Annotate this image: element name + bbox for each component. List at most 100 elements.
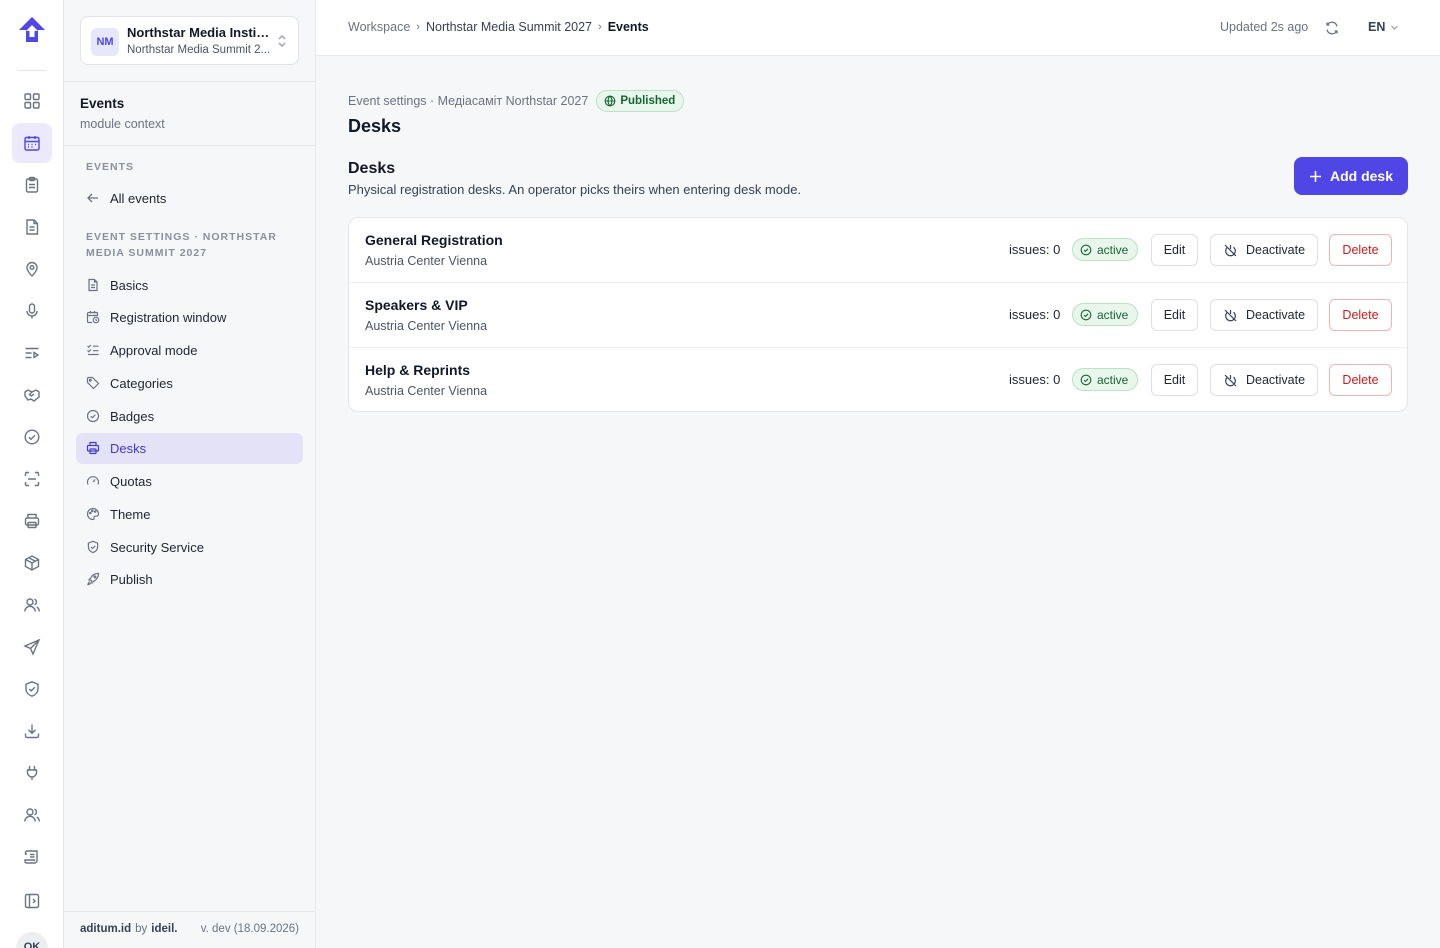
breadcrumb-separator-icon: › xyxy=(416,21,420,33)
power-off-icon xyxy=(1224,244,1237,256)
nav-section-label: EVENT SETTINGS · NORTHSTAR xyxy=(86,231,277,243)
chevron-down-icon xyxy=(1391,25,1399,30)
language-selector[interactable]: EN xyxy=(1368,20,1399,34)
module-sidebar: NM Northstar Media Instit... Northstar M… xyxy=(64,0,316,948)
app-version: v. dev (18.09.2026) xyxy=(200,923,299,935)
nav-item-quotas[interactable]: Quotas xyxy=(76,466,303,497)
scroll-icon[interactable] xyxy=(12,837,52,877)
nav-item-desks[interactable]: Desks xyxy=(76,433,303,464)
desk-row: Speakers & VIP Austria Center Vienna iss… xyxy=(349,283,1407,348)
plug-icon[interactable] xyxy=(12,753,52,793)
printer-icon[interactable] xyxy=(12,501,52,541)
nav-item-theme[interactable]: Theme xyxy=(76,499,303,530)
org-switcher[interactable]: NM Northstar Media Instit... Northstar M… xyxy=(80,16,299,65)
download-icon[interactable] xyxy=(12,711,52,751)
shield-check-icon[interactable] xyxy=(12,669,52,709)
desk-issues: issues: 0 xyxy=(1009,242,1061,257)
add-desk-button[interactable]: Add desk xyxy=(1294,157,1408,195)
page-title: Desks xyxy=(348,116,402,136)
nav-item-basics[interactable]: Basics xyxy=(76,270,303,301)
file-icon xyxy=(88,278,98,292)
nav-item-publish[interactable]: Publish xyxy=(76,564,303,595)
dashboard-icon[interactable] xyxy=(12,81,52,121)
status-label: active xyxy=(1097,372,1129,387)
delete-button[interactable]: Delete xyxy=(1329,299,1392,331)
desk-issues: issues: 0 xyxy=(1009,372,1061,387)
edit-button[interactable]: Edit xyxy=(1151,299,1198,331)
deactivate-button[interactable]: Deactivate xyxy=(1210,364,1318,396)
section-description: Physical registration desks. An operator… xyxy=(348,182,802,197)
list-play-icon[interactable] xyxy=(12,333,52,373)
microphone-icon[interactable] xyxy=(12,291,52,331)
nav-item-label: Desks xyxy=(110,441,147,456)
nav-item-label: Basics xyxy=(110,278,149,293)
document-icon[interactable] xyxy=(12,207,52,247)
power-off-icon xyxy=(1224,374,1237,386)
rail-divider xyxy=(18,70,46,71)
deactivate-button[interactable]: Deactivate xyxy=(1210,234,1318,266)
nav-item-label: Quotas xyxy=(110,474,152,489)
nav-item-label: Registration window xyxy=(110,310,227,325)
nav-section-label: MEDIA SUMMIT 2027 xyxy=(86,247,208,259)
org-event: Northstar Media Summit 2... xyxy=(127,44,271,56)
divider xyxy=(64,145,315,146)
nav-item-label: Publish xyxy=(110,572,153,587)
clipboard-icon[interactable] xyxy=(12,165,52,205)
add-desk-label: Add desk xyxy=(1329,168,1393,184)
desk-name: General Registration xyxy=(365,232,503,248)
box-icon[interactable] xyxy=(12,543,52,583)
panel-toggle-icon[interactable] xyxy=(12,881,52,921)
nav-item-all-events[interactable]: All events xyxy=(76,183,303,214)
nav-item-label: All events xyxy=(110,191,167,206)
desk-name: Help & Reprints xyxy=(365,362,471,378)
tag-icon xyxy=(86,376,100,390)
status-label: active xyxy=(1097,242,1129,257)
deactivate-button[interactable]: Deactivate xyxy=(1210,299,1318,331)
org-name: Northstar Media Instit... xyxy=(127,25,271,40)
module-subtitle: module context xyxy=(80,117,165,131)
breadcrumb: Workspace › Northstar Media Summit 2027 … xyxy=(348,20,649,34)
nav-section-label: EVENTS xyxy=(86,161,135,173)
badge-icon xyxy=(86,409,100,423)
check-circle-icon[interactable] xyxy=(12,417,52,457)
status-badge: active xyxy=(1072,368,1139,391)
breadcrumb-event[interactable]: Northstar Media Summit 2027 xyxy=(426,20,592,34)
nav-item-security-service[interactable]: Security Service xyxy=(76,532,303,563)
handshake-icon[interactable] xyxy=(12,375,52,415)
nav-item-label: Categories xyxy=(110,376,173,391)
app-logo-icon[interactable] xyxy=(17,16,47,44)
nav-item-approval-mode[interactable]: Approval mode xyxy=(76,335,303,366)
desk-row: General Registration Austria Center Vien… xyxy=(349,218,1407,283)
map-pin-icon[interactable] xyxy=(12,249,52,289)
printer-icon xyxy=(86,441,100,455)
deactivate-label: Deactivate xyxy=(1245,308,1306,322)
deactivate-label: Deactivate xyxy=(1245,373,1306,387)
edit-button[interactable]: Edit xyxy=(1151,234,1198,266)
nav-item-registration-window[interactable]: Registration window xyxy=(76,302,303,333)
section-title: Desks xyxy=(348,160,396,177)
delete-button[interactable]: Delete xyxy=(1329,234,1392,266)
desk-location: Austria Center Vienna xyxy=(365,254,488,268)
nav-item-label: Security Service xyxy=(110,540,204,555)
users-icon[interactable] xyxy=(12,585,52,625)
calendar-icon[interactable] xyxy=(12,123,52,163)
maker-name[interactable]: ideil. xyxy=(151,923,177,935)
user-avatar[interactable]: OK xyxy=(16,932,48,948)
check-circle-icon xyxy=(1080,244,1092,255)
scan-icon[interactable] xyxy=(12,459,52,499)
check-circle-icon xyxy=(1080,309,1092,320)
breadcrumb-workspace[interactable]: Workspace xyxy=(348,20,410,34)
rocket-icon xyxy=(87,572,100,586)
delete-button[interactable]: Delete xyxy=(1329,364,1392,396)
list-check-icon xyxy=(87,344,99,356)
brand-name[interactable]: aditum.id xyxy=(80,923,131,935)
brand-by: by xyxy=(135,923,148,935)
arrow-left-icon xyxy=(87,193,98,203)
refresh-icon[interactable] xyxy=(1324,20,1340,36)
edit-button[interactable]: Edit xyxy=(1151,364,1198,396)
user-group-icon[interactable] xyxy=(12,795,52,835)
nav-item-badges[interactable]: Badges xyxy=(76,401,303,432)
nav-item-categories[interactable]: Categories xyxy=(76,368,303,399)
status-badge: Published xyxy=(596,90,685,112)
send-icon[interactable] xyxy=(12,627,52,667)
